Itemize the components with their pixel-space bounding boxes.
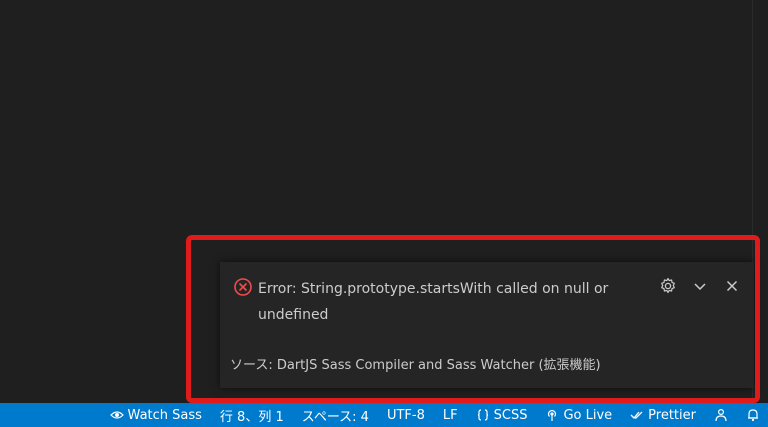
notification-actions <box>658 276 742 296</box>
close-icon[interactable] <box>722 276 742 296</box>
prettier-label: Prettier <box>648 407 696 423</box>
eye-icon <box>109 408 124 422</box>
eol-label: LF <box>442 407 458 423</box>
braces-icon <box>476 408 490 422</box>
encoding-selector[interactable]: UTF-8 <box>387 408 425 423</box>
watch-sass-label: Watch Sass <box>127 407 202 423</box>
feedback-button[interactable] <box>714 408 728 422</box>
bell-icon <box>746 408 760 422</box>
prettier-button[interactable]: Prettier <box>630 408 696 423</box>
go-live-label: Go Live <box>563 407 613 423</box>
encoding-label: UTF-8 <box>386 407 425 423</box>
gear-icon[interactable] <box>658 276 678 296</box>
notifications-button[interactable] <box>746 408 760 422</box>
indentation-selector[interactable]: スペース: 4 <box>302 406 369 425</box>
notification-source: ソース: DartJS Sass Compiler and Sass Watch… <box>230 358 601 373</box>
go-live-button[interactable]: Go Live <box>545 408 612 423</box>
language-label: SCSS <box>493 407 528 423</box>
person-feedback-icon <box>714 408 728 422</box>
double-check-icon <box>630 408 644 422</box>
eol-selector[interactable]: LF <box>443 408 458 423</box>
broadcast-icon <box>545 408 559 422</box>
cursor-position[interactable]: 行 8、列 1 <box>220 406 284 425</box>
indentation-label: スペース: 4 <box>301 409 369 425</box>
watch-sass-button[interactable]: Watch Sass <box>109 407 202 423</box>
language-mode-selector[interactable]: SCSS <box>476 407 528 423</box>
status-bar: Watch Sass 行 8、列 1 スペース: 4 UTF-8 LF SCSS… <box>0 403 768 427</box>
error-notification: Error: String.prototype.startsWith calle… <box>220 262 754 388</box>
cursor-position-label: 行 8、列 1 <box>219 409 284 425</box>
chevron-down-icon[interactable] <box>690 276 710 296</box>
notification-message: Error: String.prototype.startsWith calle… <box>258 281 609 323</box>
error-circle-icon <box>233 277 253 297</box>
